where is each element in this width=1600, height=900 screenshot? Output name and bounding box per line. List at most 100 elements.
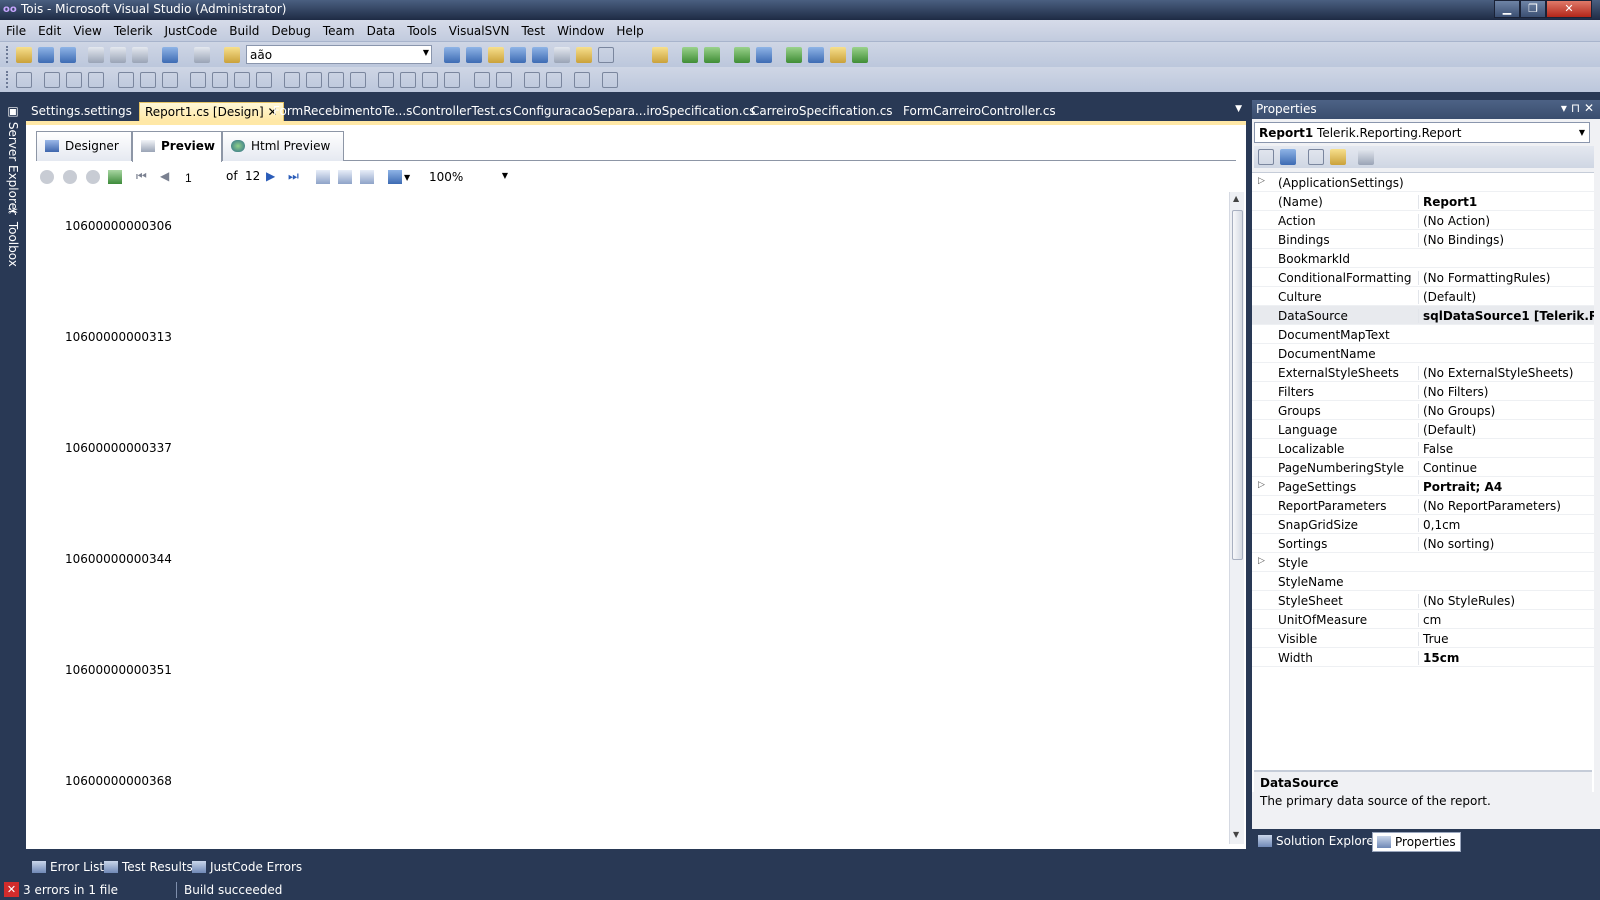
property-value[interactable]: (Default) [1418,423,1594,437]
find-combo[interactable]: aão ▼ [246,45,432,64]
refresh-icon[interactable] [108,170,122,184]
property-row[interactable]: Width 15cm [1252,648,1594,667]
expand-arrow-icon[interactable]: ▷ [1258,480,1268,490]
property-value[interactable]: (No Bindings) [1418,233,1594,247]
forward-icon[interactable] [63,170,77,184]
property-row[interactable]: Bindings (No Bindings) [1252,230,1594,249]
solution-explorer-icon[interactable] [444,47,460,63]
property-row[interactable]: StyleSheet (No StyleRules) [1252,591,1594,610]
scroll-up-icon[interactable]: ▲ [1233,194,1239,203]
save-all-icon[interactable] [60,47,76,63]
tab-settings-settings[interactable]: Settings.settings [26,102,137,121]
property-row[interactable]: DocumentMapText [1252,325,1594,344]
property-row[interactable]: BookmarkId [1252,249,1594,268]
remove-vertical-spacing-icon[interactable] [444,72,460,88]
tab-test-results[interactable]: Test Results [100,858,197,878]
align-middles-icon[interactable] [140,72,156,88]
tab-preview[interactable]: Preview [132,131,222,162]
property-value[interactable]: (No Filters) [1418,385,1594,399]
menu-team[interactable]: Team [317,20,361,38]
property-value[interactable]: False [1418,442,1594,456]
menu-edit[interactable]: Edit [32,20,67,38]
stop-icon[interactable] [86,170,100,184]
align-rights-icon[interactable] [88,72,104,88]
categorized-icon[interactable] [1258,149,1274,165]
object-browser-icon[interactable] [488,47,504,63]
property-value[interactable]: 15cm [1418,651,1594,665]
size-to-grid-icon[interactable] [256,72,272,88]
toolbox-tab[interactable]: ✂ Toolbox [2,204,20,267]
property-value[interactable]: sqlDataSource1 [Telerik.Reporting.SqlDat… [1418,309,1594,323]
send-to-back-icon[interactable] [546,72,562,88]
error-count-status[interactable]: 3 errors in 1 file [23,883,118,897]
center-horizontally-icon[interactable] [474,72,490,88]
property-value[interactable]: 0,1cm [1418,518,1594,532]
property-value[interactable]: (No ReportParameters) [1418,499,1594,513]
pin-icon[interactable]: ▾ ⊓ ✕ [1561,101,1594,115]
property-value[interactable]: (No FormattingRules) [1418,271,1594,285]
property-row[interactable]: ▷ PageSettings Portrait; A4 [1252,477,1594,496]
tab-form-carreiro-controller[interactable]: FormCarreiroController.cs [898,102,1061,121]
undo-icon[interactable] [162,47,178,63]
code-coverage-icon[interactable] [852,47,868,63]
expand-arrow-icon[interactable]: ▷ [1258,176,1268,186]
server-explorer-tab[interactable]: ▣ Server Explorer [2,104,20,215]
property-row[interactable]: DocumentName [1252,344,1594,363]
start-page-icon[interactable] [532,47,548,63]
svn-update-icon[interactable] [652,47,668,63]
property-row[interactable]: UnitOfMeasure cm [1252,610,1594,629]
tab-justcode-errors[interactable]: JustCode Errors [188,858,306,878]
menu-view[interactable]: View [67,20,107,38]
align-lefts-icon[interactable] [44,72,60,88]
property-row[interactable]: ▷ Style [1252,553,1594,572]
tab-list-dropdown-icon[interactable]: ▼ [1235,104,1242,114]
property-row[interactable]: ConditionalFormatting (No FormattingRules… [1252,268,1594,287]
property-row[interactable]: Groups (No Groups) [1252,401,1594,420]
menu-data[interactable]: Data [361,20,402,38]
tab-form-recebimento-test[interactable]: FormRecebimentoTe...sControllerTest.cs [268,102,517,121]
run-tests-icon[interactable] [704,47,720,63]
property-row[interactable]: Filters (No Filters) [1252,382,1594,401]
property-row[interactable]: (Name) Report1 [1252,192,1594,211]
property-value[interactable]: Report1 [1418,195,1594,209]
scrollbar-thumb[interactable] [1232,210,1243,560]
property-value[interactable]: True [1418,632,1594,646]
chevron-down-icon[interactable]: ▼ [423,48,429,57]
copy-icon[interactable] [110,47,126,63]
document-map-icon[interactable] [316,170,330,184]
make-same-width-icon[interactable] [190,72,206,88]
back-icon[interactable] [40,170,54,184]
export-save-icon[interactable] [388,170,402,184]
property-row[interactable]: Sortings (No sorting) [1252,534,1594,553]
menu-build[interactable]: Build [223,20,265,38]
tab-error-list[interactable]: Error List [28,858,108,878]
property-value[interactable]: cm [1418,613,1594,627]
minimize-button[interactable]: ▁ [1494,0,1520,18]
property-row[interactable]: ExternalStyleSheets (No ExternalStyleShee… [1252,363,1594,382]
error-icon[interactable]: ✕ [4,882,19,897]
print-preview-icon[interactable] [338,170,352,184]
tab-properties[interactable]: Properties [1372,832,1461,852]
properties-window-icon[interactable] [466,47,482,63]
export-dropdown-icon[interactable]: ▼ [404,173,410,182]
window-layout-icon[interactable] [598,47,614,63]
align-tops-icon[interactable] [118,72,134,88]
restore-button[interactable]: ❐ [1520,0,1546,18]
start-debug-icon[interactable] [682,47,698,63]
vertical-spacing-equal-icon[interactable] [378,72,394,88]
bring-to-front-icon[interactable] [524,72,540,88]
menu-window[interactable]: Window [551,20,610,38]
last-page-icon[interactable]: ⏭ [288,169,299,184]
menu-justcode[interactable]: JustCode [158,20,223,38]
property-row[interactable]: Action (No Action) [1252,211,1594,230]
property-row[interactable]: DataSource sqlDataSource1 [Telerik.Report… [1252,306,1594,325]
close-window-button[interactable]: ✕ [1546,0,1592,18]
menu-debug[interactable]: Debug [265,20,316,38]
property-row[interactable]: SnapGridSize 0,1cm [1252,515,1594,534]
chevron-down-icon[interactable]: ▼ [502,171,508,180]
menu-telerik[interactable]: Telerik [108,20,159,38]
tab-report1-design[interactable]: Report1.cs [Design] ✕ [139,102,284,121]
property-row[interactable]: PageNumberingStyle Continue [1252,458,1594,477]
properties-icon[interactable] [1308,149,1324,165]
tab-carreiro-specification[interactable]: CarreiroSpecification.cs [746,102,898,121]
